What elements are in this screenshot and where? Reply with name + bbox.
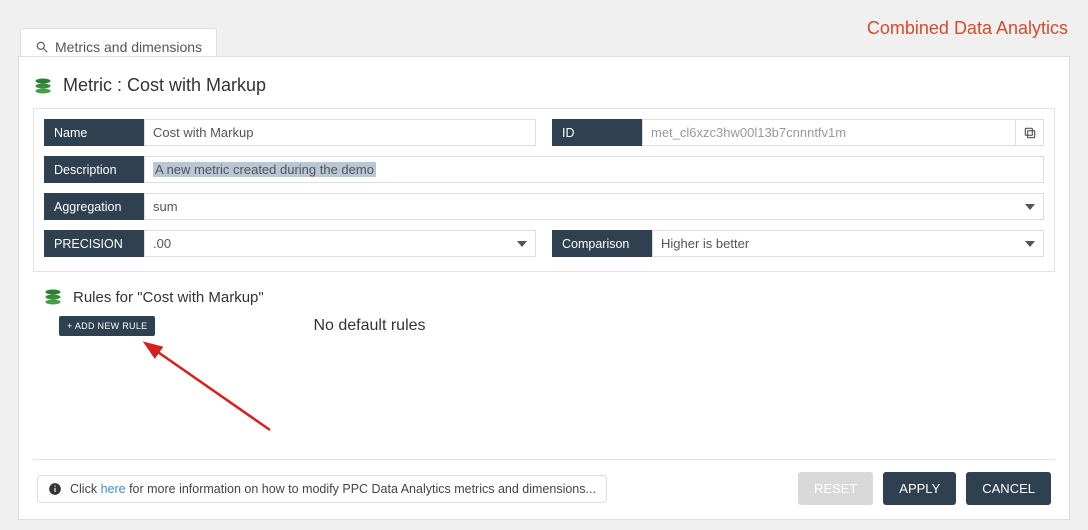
label-description: Description xyxy=(44,156,144,183)
rules-header: Rules for "Cost with Markup" xyxy=(43,288,1055,306)
label-id: ID xyxy=(552,119,642,146)
reset-button[interactable]: RESET xyxy=(798,472,873,505)
brand-title: Combined Data Analytics xyxy=(867,18,1068,39)
input-description[interactable]: A new metric created during the demo xyxy=(144,156,1044,183)
metric-form: Name Cost with Markup ID met_cl6xzc3hw00… xyxy=(33,108,1055,272)
label-aggregation: Aggregation xyxy=(44,193,144,220)
database-icon xyxy=(33,77,53,95)
input-id: met_cl6xzc3hw00l13b7cnnntfv1m xyxy=(642,119,1016,146)
metric-title-value: Cost with Markup xyxy=(127,75,266,95)
comparison-value: Higher is better xyxy=(661,236,749,251)
info-pill: Click here for more information on how t… xyxy=(37,475,607,503)
database-icon xyxy=(43,288,63,306)
aggregation-value: sum xyxy=(153,199,178,214)
copy-icon xyxy=(1023,126,1037,140)
no-default-rules-text: No default rules xyxy=(313,317,425,335)
info-text-post: for more information on how to modify PP… xyxy=(126,482,596,496)
chevron-down-icon xyxy=(1025,204,1035,210)
footer-buttons: RESET APPLY CANCEL xyxy=(798,472,1051,505)
select-comparison[interactable]: Higher is better xyxy=(652,230,1044,257)
label-comparison: Comparison xyxy=(552,230,652,257)
precision-value: .00 xyxy=(153,236,171,251)
info-text-pre: Click xyxy=(70,482,101,496)
metric-header: Metric : Cost with Markup xyxy=(33,75,1055,96)
rules-title: Rules for "Cost with Markup" xyxy=(73,289,264,306)
rules-title-value: Cost with Markup xyxy=(143,289,259,306)
rules-title-prefix: Rules for " xyxy=(73,289,143,306)
input-name[interactable]: Cost with Markup xyxy=(144,119,536,146)
field-precision: PRECISION .00 xyxy=(44,230,536,257)
metric-title: Metric : Cost with Markup xyxy=(63,75,266,96)
add-new-rule-button[interactable]: + ADD NEW RULE xyxy=(59,316,155,336)
info-link-here[interactable]: here xyxy=(101,482,126,496)
chevron-down-icon xyxy=(517,241,527,247)
field-comparison: Comparison Higher is better xyxy=(552,230,1044,257)
copy-id-button[interactable] xyxy=(1016,119,1044,146)
description-text: A new metric created during the demo xyxy=(153,162,376,177)
select-aggregation[interactable]: sum xyxy=(144,193,1044,220)
select-precision[interactable]: .00 xyxy=(144,230,536,257)
info-icon xyxy=(48,482,62,496)
rules-toolbar: + ADD NEW RULE No default rules xyxy=(33,312,1055,336)
field-id: ID met_cl6xzc3hw00l13b7cnnntfv1m xyxy=(552,119,1044,146)
editor-panel: Metric : Cost with Markup Name Cost with… xyxy=(18,56,1070,520)
footer-bar: Click here for more information on how t… xyxy=(33,459,1055,519)
metric-title-prefix: Metric : xyxy=(63,75,127,95)
cancel-button[interactable]: CANCEL xyxy=(966,472,1051,505)
field-description: Description A new metric created during … xyxy=(44,156,1044,183)
field-aggregation: Aggregation sum xyxy=(44,193,1044,220)
search-icon xyxy=(35,40,49,54)
apply-button[interactable]: APPLY xyxy=(883,472,956,505)
label-precision: PRECISION xyxy=(44,230,144,257)
field-name: Name Cost with Markup xyxy=(44,119,536,146)
tab-label: Metrics and dimensions xyxy=(55,39,202,55)
rules-title-suffix: " xyxy=(258,289,263,306)
label-name: Name xyxy=(44,119,144,146)
chevron-down-icon xyxy=(1025,241,1035,247)
